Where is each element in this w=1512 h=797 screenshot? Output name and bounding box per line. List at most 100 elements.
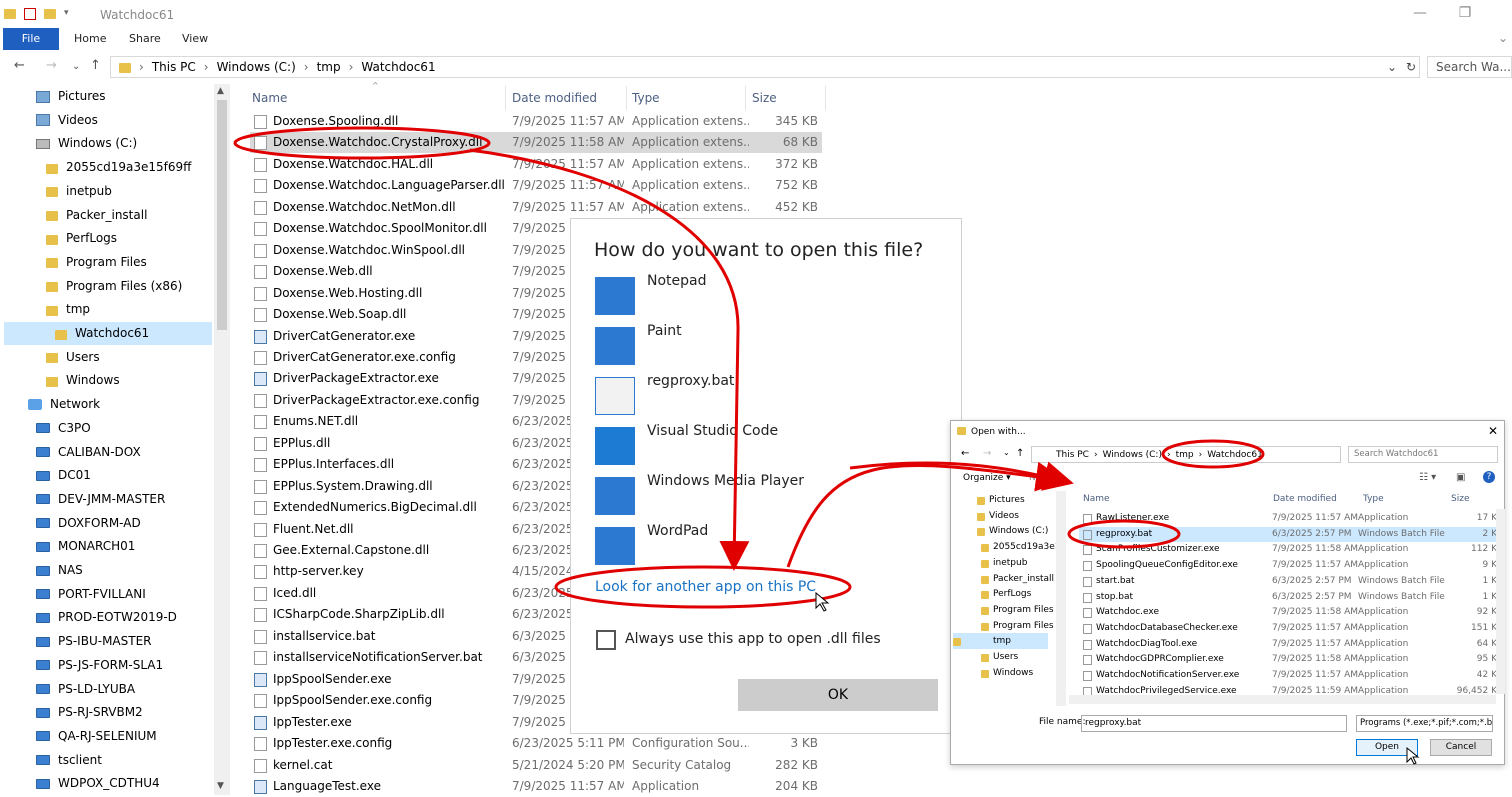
up-icon[interactable]: ↑ <box>1016 448 1024 459</box>
new-folder-icon[interactable] <box>44 9 56 19</box>
app-option[interactable]: Paint <box>595 323 935 365</box>
dialog-sidebar-item[interactable]: Program Files <box>981 602 1054 618</box>
sidebar-item[interactable]: CALIBAN-DOX <box>36 441 141 464</box>
sidebar-item[interactable]: Program Files (x86) <box>46 275 182 298</box>
look-for-another-app-link[interactable]: Look for another app on this PC <box>595 579 816 595</box>
sidebar-item[interactable]: tsclient <box>36 749 102 772</box>
dialog-search-input[interactable]: Search Watchdoc61 <box>1348 446 1498 463</box>
dialog-address-bar[interactable]: This PC › Windows (C:) › tmp › Watchdoc61 <box>1031 446 1341 463</box>
dialog-sidebar-item[interactable]: 2055cd19a3e15 <box>981 539 1056 555</box>
dialog-file-row[interactable]: WatchdocDiagTool.exe 7/9/2025 11:57 AM App… <box>1079 637 1499 652</box>
file-row[interactable]: kernel.cat 5/21/2024 5:20 PM Security Cata… <box>250 755 822 776</box>
sidebar-item[interactable]: PS-RJ-SRVBM2 <box>36 701 143 724</box>
breadcrumb-watchdoc61[interactable]: Watchdoc61 <box>361 60 435 74</box>
sidebar-item[interactable]: DOXFORM-AD <box>36 512 141 535</box>
recent-locations-icon[interactable]: ⌄ <box>1003 448 1010 457</box>
dialog-file-row[interactable]: SpoolingQueueConfigEditor.exe 7/9/2025 11… <box>1079 558 1499 573</box>
dialog-file-row[interactable]: ScanProfilesCustomizer.exe 7/9/2025 11:58… <box>1079 542 1499 557</box>
sidebar-item[interactable]: tmp <box>46 298 90 321</box>
sidebar-item[interactable]: PS-IBU-MASTER <box>36 630 152 653</box>
dialog-sidebar-item[interactable]: Program Files ( <box>981 618 1056 634</box>
sidebar-item[interactable]: DEV-JMM-MASTER <box>36 488 165 511</box>
breadcrumb-watchdoc61[interactable]: Watchdoc61 <box>1207 450 1263 460</box>
refresh-icon[interactable]: ↻ <box>1406 60 1416 74</box>
column-name[interactable]: Name <box>252 86 287 110</box>
sidebar-item[interactable]: WDPOX_CDTHU4 <box>36 772 160 795</box>
sidebar-item[interactable]: C3PO <box>36 417 91 440</box>
new-folder-button[interactable]: New fo <box>1029 473 1060 483</box>
scroll-up-icon[interactable]: ▲ <box>217 86 224 96</box>
app-option[interactable]: Windows Media Player <box>595 473 935 515</box>
dialog-file-row[interactable]: Watchdoc.exe 7/9/2025 11:58 AM Application… <box>1079 605 1499 620</box>
properties-icon[interactable] <box>24 8 36 20</box>
dialog-sidebar-item[interactable]: tmp <box>953 633 1048 650</box>
expand-ribbon-icon[interactable]: ⌄ <box>1498 31 1508 45</box>
breadcrumb-this-pc[interactable]: This PC <box>1056 450 1089 460</box>
file-row[interactable]: Doxense.Watchdoc.HAL.dll 7/9/2025 11:57 A… <box>250 154 822 175</box>
dialog-sidebar-item[interactable]: Windows (C:) <box>977 523 1048 539</box>
dialog-file-row[interactable]: start.bat 6/3/2025 2:57 PM Windows Batch F… <box>1079 574 1499 589</box>
sidebar-item[interactable]: PROD-EOTW2019-D <box>36 606 177 629</box>
sidebar-item[interactable]: Packer_install <box>46 204 147 227</box>
dialog-file-row[interactable]: RawListener.exe 7/9/2025 11:57 AM Applicat… <box>1079 511 1499 526</box>
app-option[interactable]: regproxy.bat <box>595 373 935 415</box>
dialog-nav-scrollbar[interactable] <box>1056 491 1066 706</box>
open-button[interactable]: Open <box>1356 739 1418 756</box>
sidebar-item[interactable]: PS-JS-FORM-SLA1 <box>36 654 163 677</box>
sidebar-item[interactable]: PS-LD-LYUBA <box>36 678 135 701</box>
app-option[interactable]: Visual Studio Code <box>595 423 935 465</box>
help-icon[interactable]: ? <box>1483 471 1495 483</box>
restore-icon[interactable]: ❐ <box>1455 5 1475 25</box>
file-row[interactable]: LanguageTest.exe 7/9/2025 11:57 AM Applica… <box>250 776 822 797</box>
dialog-sidebar-item[interactable]: PerfLogs <box>981 586 1031 602</box>
app-option[interactable]: WordPad <box>595 523 935 565</box>
sidebar-item[interactable]: Users <box>46 346 100 369</box>
breadcrumb-drive[interactable]: Windows (C:) <box>1103 450 1162 460</box>
file-row[interactable]: Doxense.Watchdoc.LanguageParser.dll 7/9/2… <box>250 175 822 196</box>
breadcrumb-tmp[interactable]: tmp <box>1176 450 1194 460</box>
tab-home[interactable]: Home <box>62 28 118 50</box>
dialog-file-row[interactable]: WatchdocGDPRComplier.exe 7/9/2025 11:58 A… <box>1079 652 1499 667</box>
column-separator[interactable] <box>626 86 627 110</box>
column-size[interactable]: Size <box>1451 494 1469 508</box>
forward-icon[interactable]: → <box>983 448 991 459</box>
address-bar[interactable]: › This PC › Windows (C:) › tmp › Watchdo… <box>110 56 1420 78</box>
dialog-sidebar-item[interactable]: inetpub <box>981 555 1027 571</box>
dialog-file-row[interactable]: WatchdocDatabaseChecker.exe 7/9/2025 11:5… <box>1079 621 1499 636</box>
column-date[interactable]: Date modified <box>512 86 597 110</box>
dialog-sidebar-item[interactable]: Windows <box>981 665 1033 681</box>
file-row[interactable]: Doxense.Watchdoc.NetMon.dll 7/9/2025 11:5… <box>250 197 822 218</box>
column-name[interactable]: Name <box>1083 494 1110 508</box>
back-icon[interactable]: ← <box>961 448 969 459</box>
column-separator[interactable] <box>825 86 826 110</box>
app-option[interactable]: Notepad <box>595 273 935 315</box>
dialog-horizontal-scrollbar[interactable] <box>1069 695 1496 704</box>
sidebar-item[interactable]: Windows (C:) <box>36 132 137 155</box>
sidebar-item[interactable]: QA-RJ-SELENIUM <box>36 725 157 748</box>
address-dropdown-icon[interactable]: ⌄ <box>1387 60 1397 74</box>
ok-button[interactable]: OK <box>738 679 938 711</box>
dialog-file-scrollbar[interactable] <box>1496 509 1505 694</box>
forward-icon[interactable]: → <box>46 58 57 73</box>
cancel-button[interactable]: Cancel <box>1430 739 1492 756</box>
column-type[interactable]: Type <box>632 86 660 110</box>
file-row[interactable]: IppTester.exe.config 6/23/2025 5:11 PM Con… <box>250 733 822 754</box>
customize-qat-icon[interactable]: ▾ <box>64 8 69 18</box>
dialog-sidebar-item[interactable]: Pictures <box>977 492 1025 508</box>
view-options-icon[interactable]: ☷ ▾ <box>1419 472 1436 483</box>
sidebar-item[interactable]: PORT-FVILLANI <box>36 583 146 606</box>
column-date[interactable]: Date modified <box>1273 494 1337 508</box>
nav-scrollbar-thumb[interactable] <box>217 100 227 330</box>
scroll-down-icon[interactable]: ▼ <box>217 781 224 791</box>
tab-share[interactable]: Share <box>117 28 173 50</box>
dialog-sidebar-item[interactable]: Packer_install <box>981 571 1054 587</box>
column-size[interactable]: Size <box>752 86 777 110</box>
column-separator[interactable] <box>745 86 746 110</box>
minimize-icon[interactable]: — <box>1410 5 1430 25</box>
breadcrumb-drive[interactable]: Windows (C:) <box>217 60 296 74</box>
sidebar-item[interactable]: Program Files <box>46 251 147 274</box>
dialog-file-row[interactable]: WatchdocNotificationServer.exe 7/9/2025 1… <box>1079 668 1499 683</box>
sidebar-item[interactable]: 2055cd19a3e15f69ff <box>46 156 191 179</box>
recent-locations-icon[interactable]: ⌄ <box>72 61 80 72</box>
breadcrumb-this-pc[interactable]: This PC <box>152 60 196 74</box>
